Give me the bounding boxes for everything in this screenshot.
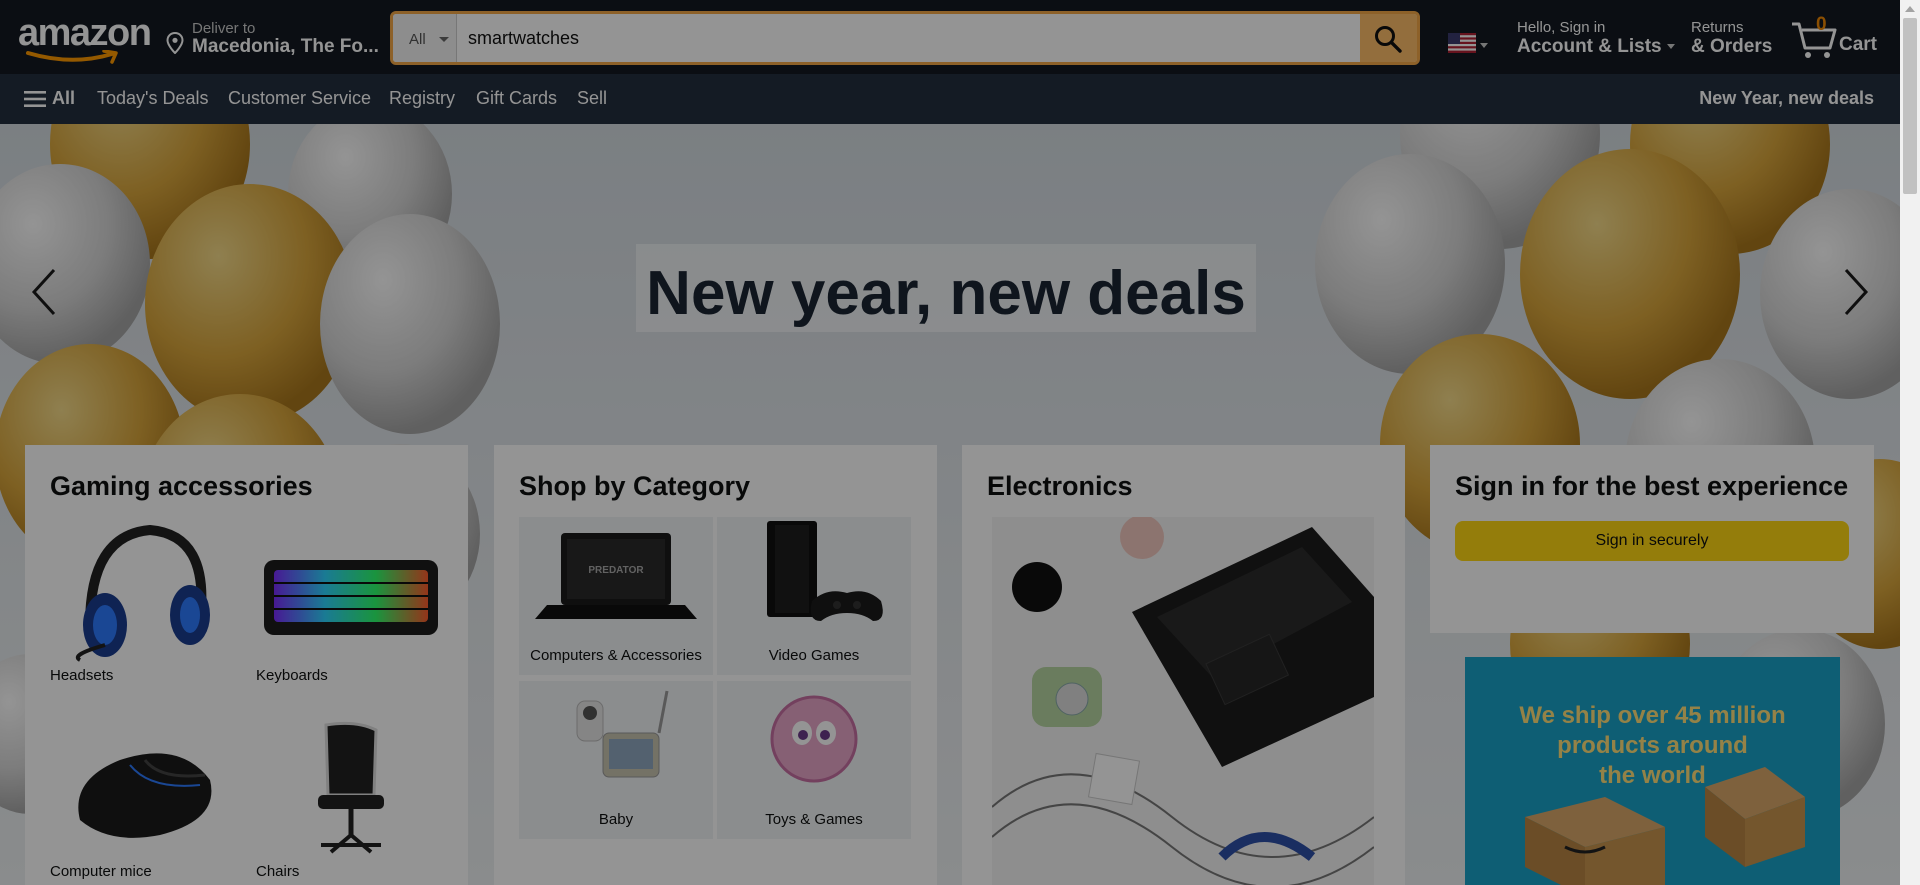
deliver-location: Macedonia, The Fo... [192,36,379,57]
gaming-item-label: Computer mice [50,863,152,880]
deliver-label: Deliver to [192,20,256,37]
chair-image [318,721,384,854]
logo-wordmark: amazon [18,12,152,54]
hero-title: New year, new deals [646,259,1246,328]
category-tile-baby[interactable]: Baby [519,681,713,839]
returns-orders[interactable]: Returns & Orders [1691,19,1772,58]
card-title: Shop by Category [519,471,751,501]
sub-nav: All Today's Deals Customer Service Regis… [0,74,1900,124]
nav-promo-link[interactable]: New Year, new deals [1699,88,1874,109]
card-title: Sign in for the best experience [1455,471,1849,501]
gaming-item-keyboards[interactable]: Keyboards [256,515,446,690]
account-greeting: Hello, Sign in [1517,19,1606,36]
gaming-item-label: Keyboards [256,667,328,684]
nav-link-sell[interactable]: Sell [577,88,607,109]
category-label: Baby [598,811,634,828]
category-tile-video-games[interactable]: Video Games [717,517,911,675]
sign-in-button[interactable]: Sign in securely [1455,521,1849,561]
cart-button[interactable]: 0 Cart [1790,14,1890,60]
cart-label: Cart [1839,34,1878,55]
gaming-item-label: Headsets [50,667,114,684]
search-bar: All [390,11,1420,65]
us-flag-icon [1448,33,1476,53]
nav-link-customer-service[interactable]: Customer Service [228,88,371,109]
gaming-item-chairs[interactable]: Chairs [256,715,446,885]
category-tile-toys-games[interactable]: Toys & Games [717,681,911,839]
gaming-item-label: Chairs [256,863,300,880]
all-menu-label: All [52,88,76,108]
headset-image [75,524,210,662]
electronics-image[interactable] [992,517,1374,885]
mouse-image [78,753,212,838]
caret-down-icon [439,37,449,42]
search-input[interactable] [457,14,1361,62]
category-tile-computers[interactable]: PREDATOR Computers & Accessories [519,517,713,675]
search-button[interactable] [1360,14,1417,62]
amazon-logo[interactable]: amazon [18,12,152,64]
svg-text:PREDATOR: PREDATOR [588,565,644,576]
search-category-dropdown[interactable]: All [393,14,457,62]
caret-down-icon [1666,44,1675,50]
nav-link-gift-cards[interactable]: Gift Cards [476,88,557,109]
logo-smile-icon [26,50,118,64]
boxes-image [1525,767,1805,885]
caret-down-icon [1480,43,1488,48]
console-image [767,521,883,621]
hero-title-box: New year, new deals [636,244,1256,332]
keyboard-image [264,560,438,635]
account-lists[interactable]: Hello, Sign in Account & Lists [1517,19,1675,58]
cart-icon [1792,22,1837,58]
hamburger-icon [24,91,46,107]
ship-ad-banner[interactable]: We ship over 45 million products around … [1465,657,1840,885]
nav-link-registry[interactable]: Registry [389,88,455,109]
category-label: Toys & Games [765,811,863,828]
nav-link-todays-deals[interactable]: Today's Deals [97,88,209,109]
cart-count: 0 [1816,14,1827,35]
card-electronics: Electronics [962,445,1405,885]
returns-label: Returns [1691,19,1744,36]
gaming-item-computer-mice[interactable]: Computer mice [50,715,230,885]
category-label: Video Games [768,647,860,664]
card-title: Electronics [987,471,1133,501]
baby-monitor-image [576,690,669,778]
language-selector[interactable] [1448,33,1488,58]
page-scrollbar[interactable] [1900,0,1920,885]
gaming-item-headsets[interactable]: Headsets [50,515,230,690]
category-label: Computers & Accessories [530,647,702,664]
laptop-image: PREDATOR [535,533,697,619]
card-sign-in: Sign in for the best experience Sign in … [1430,445,1874,633]
search-icon [1375,26,1402,53]
card-title: Gaming accessories [50,471,313,501]
scroll-up-arrow-icon[interactable] [1905,6,1915,12]
location-pin-icon [166,32,184,54]
toy-ball-image [770,695,858,783]
scroll-thumb[interactable] [1903,18,1917,194]
account-lists-row: Account & Lists [1517,36,1675,58]
orders-label: & Orders [1691,36,1773,57]
card-gaming-accessories: Gaming accessories Headsets Keyboards Co… [25,445,468,885]
search-category-label: All [409,31,426,48]
chevron-right-icon[interactable] [1834,262,1874,322]
chevron-left-icon[interactable] [26,262,66,322]
top-nav: amazon Deliver to Macedonia, The Fo... A… [0,0,1900,74]
account-lists-label: Account & Lists [1517,36,1662,57]
card-shop-by-category: Shop by Category PREDATOR Computers & Ac… [494,445,937,885]
